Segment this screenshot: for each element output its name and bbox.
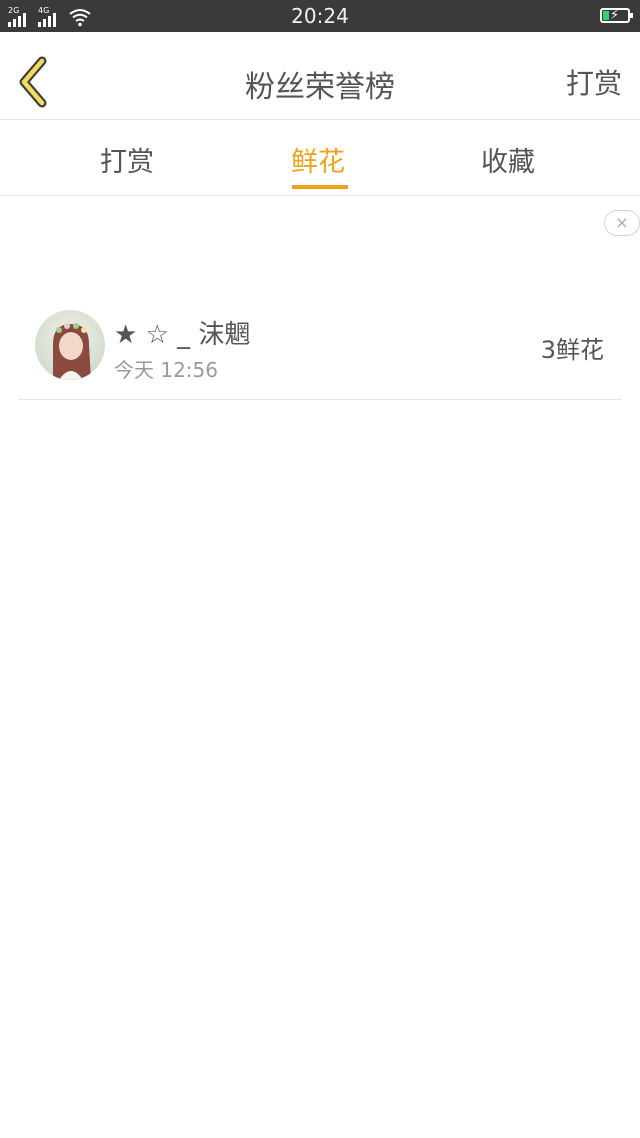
- tab-bar: 打赏 鲜花 收藏: [0, 120, 640, 196]
- reward-button[interactable]: 打赏: [566, 62, 622, 102]
- avatar: [35, 310, 105, 380]
- fan-time: 今天 12:56: [114, 358, 218, 382]
- ad-close-button[interactable]: ×: [604, 210, 640, 236]
- header: 粉丝荣誉榜 打赏: [0, 32, 640, 120]
- status-bar: 2G 4G 20:24 ⚡: [0, 0, 640, 32]
- tab-flowers[interactable]: 鲜花: [291, 140, 345, 179]
- tab-reward[interactable]: 打赏: [100, 140, 154, 179]
- list-item[interactable]: ★ ☆ _ 沫魍 今天 12:56 3鲜花: [18, 296, 622, 400]
- tab-collection[interactable]: 收藏: [481, 140, 535, 179]
- page-title: 粉丝荣誉榜: [245, 70, 395, 105]
- close-icon: ×: [615, 213, 629, 232]
- fan-name: ★ ☆ _ 沫魍: [114, 320, 251, 350]
- flower-count: 3鲜花: [540, 336, 604, 364]
- status-time: 20:24: [291, 4, 349, 28]
- active-tab-indicator: [292, 185, 348, 189]
- battery-icon: ⚡: [600, 8, 633, 23]
